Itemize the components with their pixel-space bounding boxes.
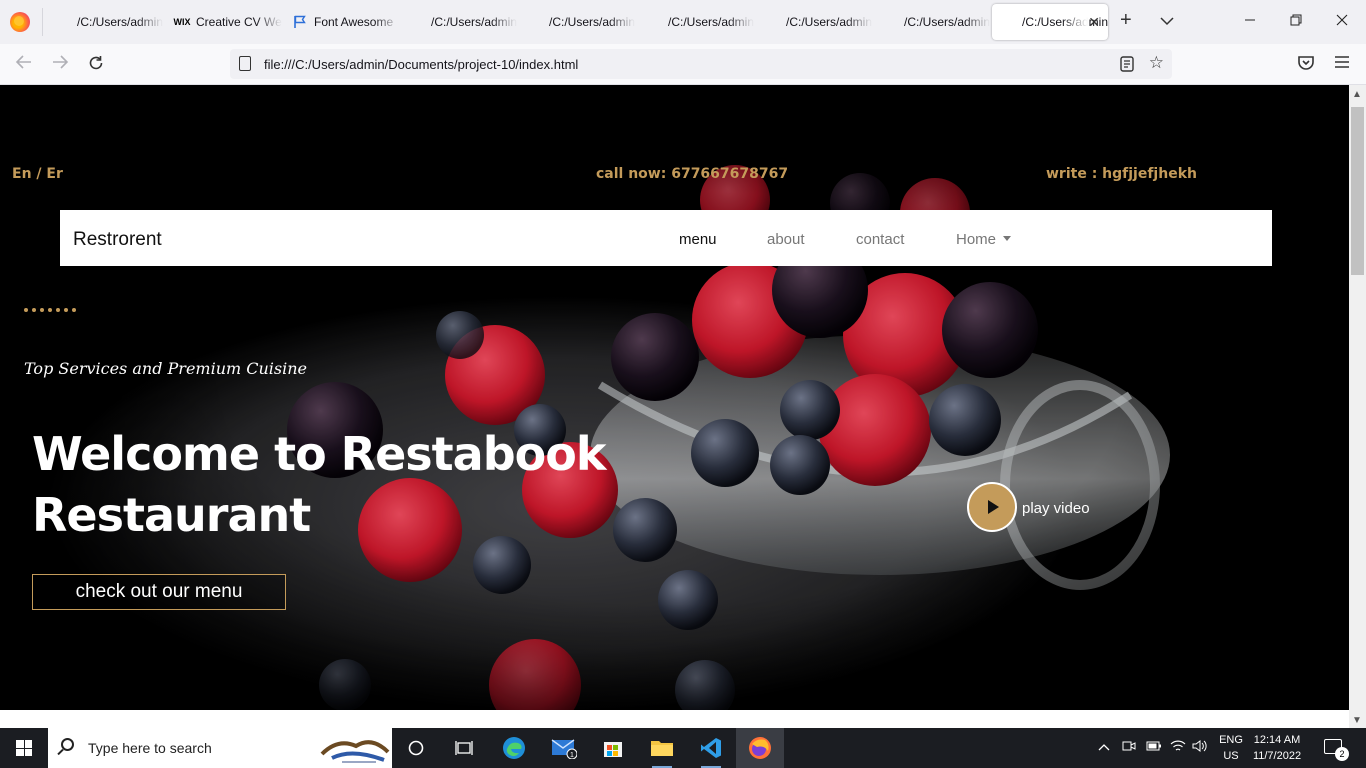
region-code: US (1223, 750, 1239, 762)
close-window-icon[interactable] (1336, 12, 1348, 32)
page-scrollbar[interactable]: ▲ ▼ (1349, 85, 1366, 728)
new-tab-plus-icon[interactable]: + (1120, 10, 1132, 30)
scroll-up-arrow-icon[interactable]: ▲ (1352, 89, 1362, 100)
call-now-text: call now: 677667678767 (596, 166, 789, 182)
battery-icon[interactable] (1146, 739, 1162, 754)
taskbar-search-placeholder[interactable]: Type here to search (88, 740, 212, 756)
firefox-logo-icon[interactable] (10, 12, 30, 32)
clock-time: 12:14 AM (1253, 734, 1301, 746)
file-explorer-icon[interactable] (648, 734, 676, 768)
system-clock[interactable]: 12:14 AM 11/7/2022 (1248, 732, 1306, 764)
back-arrow-icon[interactable] (15, 54, 33, 75)
hamburger-menu-icon[interactable] (1334, 54, 1350, 74)
tab-file-5[interactable]: /C:/Users/admin/Documents (756, 4, 872, 40)
check-menu-button[interactable]: check out our menu (32, 574, 286, 610)
wifi-icon[interactable] (1170, 739, 1186, 756)
store-icon[interactable] (599, 734, 627, 762)
windows-start-icon[interactable] (16, 740, 32, 756)
scroll-down-arrow-icon[interactable]: ▼ (1352, 715, 1362, 726)
language-code: ENG (1219, 734, 1243, 746)
file-icon (1000, 14, 1016, 30)
hero-headline: Welcome to Restabook Restaurant (32, 424, 652, 546)
wix-icon: WIX (173, 17, 191, 27)
dropdown-caret-icon (1003, 236, 1012, 241)
vscode-icon[interactable] (697, 734, 725, 768)
pocket-icon[interactable] (1297, 54, 1315, 77)
hero-tagline: Top Services and Premium Cuisine (24, 359, 308, 378)
forward-arrow-icon[interactable] (51, 54, 69, 75)
tray-chevron-up-icon[interactable] (1098, 739, 1110, 754)
language-switch[interactable]: En / Er (12, 166, 63, 182)
windows-taskbar: Type here to search 1 ENG US 12:14 AM 11… (0, 728, 1366, 768)
tab-file-2[interactable]: /C:/Users/admin/Documents (401, 4, 517, 40)
file-icon (882, 14, 898, 30)
url-text[interactable]: file:///C:/Users/admin/Documents/project… (264, 57, 578, 72)
restore-icon[interactable] (1290, 12, 1302, 32)
svg-text:1: 1 (570, 752, 574, 759)
mail-icon[interactable]: 1 (550, 734, 578, 762)
hero-section: En / Er call now: 677667678767 write : h… (0, 85, 1349, 710)
task-view-icon[interactable] (450, 734, 478, 762)
edge-browser-icon[interactable] (500, 734, 528, 762)
url-bar[interactable]: file:///C:/Users/admin/Documents/project… (230, 49, 1172, 79)
write-text: write : hgfjjefjhekh (1046, 166, 1197, 182)
scrollbar-thumb[interactable] (1351, 107, 1364, 275)
input-language-indicator[interactable]: ENG US (1217, 732, 1245, 764)
file-icon (527, 14, 543, 30)
file-icon (646, 14, 662, 30)
taskbar-search-box[interactable]: Type here to search (48, 728, 392, 768)
site-brand[interactable]: Restrorent (73, 229, 162, 251)
tab-creative-cv[interactable]: WIX Creative CV Website (166, 4, 282, 40)
file-icon (764, 14, 780, 30)
meet-now-icon[interactable] (1122, 739, 1136, 756)
nav-link-contact[interactable]: contact (856, 231, 904, 248)
file-icon (409, 14, 425, 30)
hero-headline-line-2: Restaurant (32, 488, 311, 542)
firefox-taskbar-icon[interactable] (736, 728, 784, 768)
reload-icon[interactable] (87, 54, 105, 77)
search-doodle-image (320, 740, 390, 763)
page-next-section (0, 710, 1349, 728)
notification-count-badge: 2 (1335, 747, 1349, 761)
bookmark-star-icon[interactable]: ☆ (1149, 53, 1164, 73)
tab-file-4[interactable]: /C:/Users/admin/Documents (638, 4, 754, 40)
close-tab-icon[interactable]: ✕ (1088, 14, 1100, 31)
browser-tab-bar: /C:/Users/admin/Documents WIX Creative C… (0, 0, 1366, 44)
page-info-document-icon[interactable] (239, 56, 251, 71)
nav-dropdown-home[interactable]: Home (956, 231, 1012, 248)
cortana-circle-icon[interactable] (402, 734, 430, 762)
tab-font-awesome[interactable]: Font Awesome (284, 4, 400, 40)
play-video-label[interactable]: play video (1022, 500, 1090, 517)
nav-link-about[interactable]: about (767, 231, 805, 248)
play-icon (988, 500, 999, 514)
list-tabs-chevron-icon[interactable] (1160, 12, 1174, 32)
site-navbar: Restrorent menu about contact Home (60, 210, 1272, 266)
decorative-dots (24, 308, 76, 312)
tab-file-active[interactable]: /C:/Users/admin/Documents ✕ (992, 4, 1108, 40)
play-video-button[interactable] (967, 482, 1017, 532)
tab-separator (42, 8, 43, 36)
file-icon (55, 14, 71, 30)
nav-link-menu[interactable]: menu (679, 231, 717, 248)
reader-view-icon[interactable] (1120, 56, 1134, 75)
hero-headline-line-1: Welcome to Restabook (32, 427, 606, 481)
tab-file-6[interactable]: /C:/Users/admin/Documents (874, 4, 990, 40)
nav-dropdown-home-label: Home (956, 231, 997, 248)
browser-toolbar: file:///C:/Users/admin/Documents/project… (0, 44, 1366, 85)
flag-icon (292, 14, 308, 30)
volume-icon[interactable] (1192, 739, 1208, 756)
clock-date: 11/7/2022 (1252, 750, 1302, 762)
tab-file-3[interactable]: /C:/Users/admin/Documents (519, 4, 635, 40)
notification-center-icon[interactable]: 2 (1324, 739, 1349, 761)
search-icon (61, 738, 74, 751)
tab-file-1[interactable]: /C:/Users/admin/Documents (47, 4, 163, 40)
minimize-icon[interactable] (1244, 12, 1256, 32)
